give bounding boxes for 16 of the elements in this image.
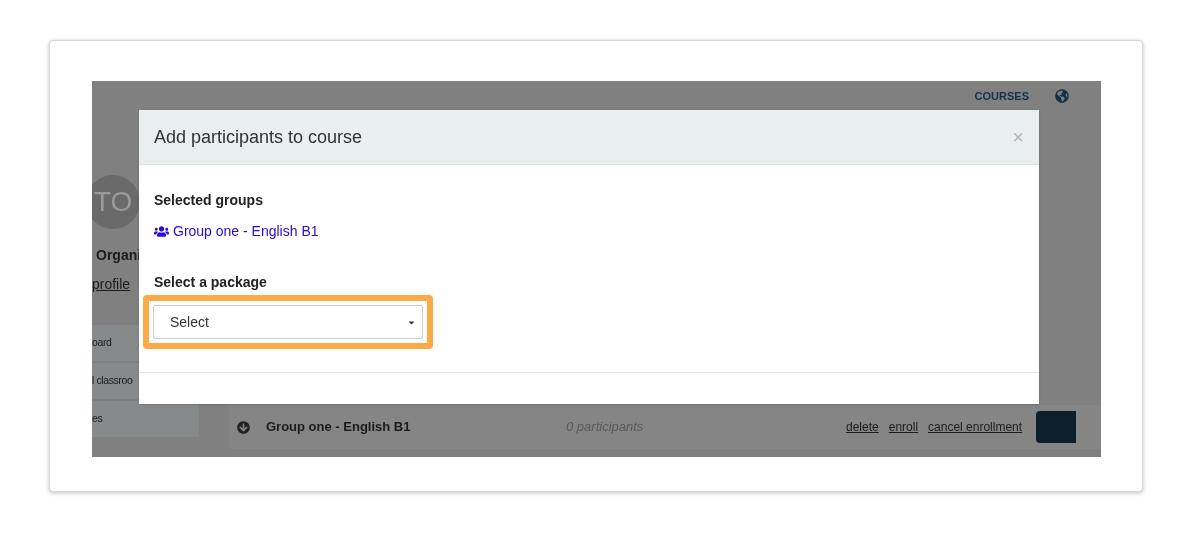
modal-title: Add participants to course xyxy=(154,125,363,149)
group-name: Group one - English B1 xyxy=(266,418,412,437)
package-select[interactable]: Select xyxy=(153,305,423,339)
dark-button[interactable] xyxy=(1036,411,1077,443)
group-link[interactable]: Group one - English B1 xyxy=(154,221,1024,242)
globe-icon[interactable] xyxy=(1055,89,1069,103)
action-link[interactable]: enroll xyxy=(888,418,919,436)
nav-link[interactable]: COURSES xyxy=(974,87,1029,105)
expand-icon[interactable] xyxy=(237,420,250,434)
sidebar-item[interactable]: es xyxy=(92,401,199,437)
organization-name: Organi xyxy=(96,246,143,265)
section-label: Select a package xyxy=(154,273,268,292)
action-link[interactable]: delete xyxy=(846,418,879,436)
action-link[interactable]: cancel enrollment xyxy=(928,418,1023,436)
users-icon xyxy=(154,225,169,238)
section-label: Selected groups xyxy=(154,191,264,210)
